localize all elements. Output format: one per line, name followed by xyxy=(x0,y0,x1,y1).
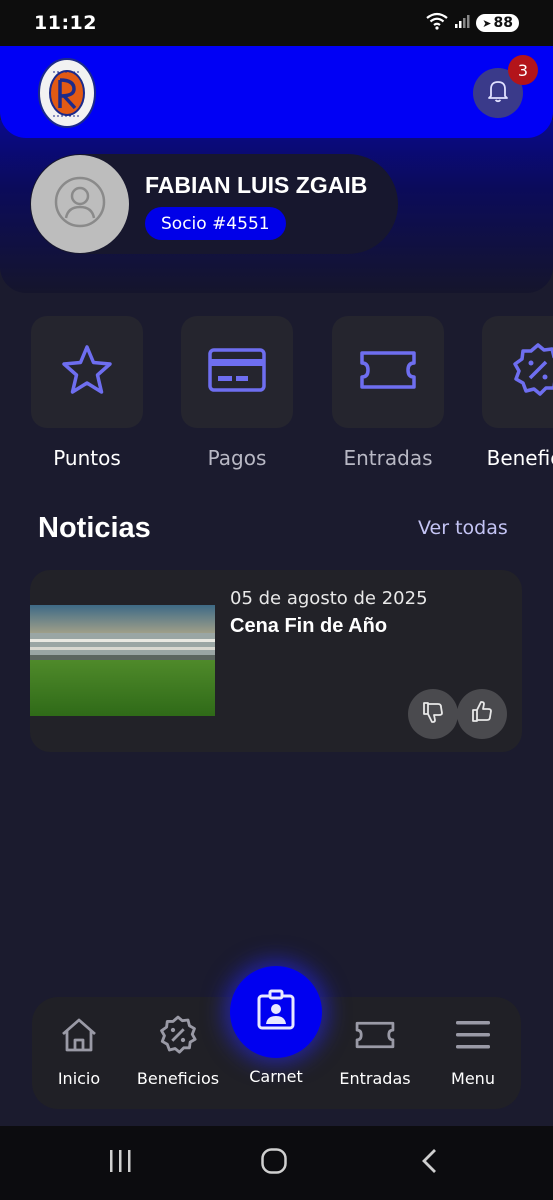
star-icon xyxy=(60,344,114,400)
quick-action-label: Puntos xyxy=(53,446,121,470)
ticket-icon xyxy=(330,1015,420,1055)
id-card-icon xyxy=(256,989,296,1035)
news-card[interactable]: 05 de agosto de 2025 Cena Fin de Año xyxy=(30,570,522,752)
home-circle-icon xyxy=(260,1147,288,1179)
quick-action-tile[interactable] xyxy=(31,316,143,428)
bell-icon xyxy=(487,79,509,107)
wifi-icon xyxy=(426,12,448,34)
ticket-icon xyxy=(359,350,417,394)
notification-count-badge: 3 xyxy=(508,55,538,85)
system-navigation-bar xyxy=(0,1126,553,1200)
quick-action-beneficios[interactable]: Beneficios xyxy=(482,316,553,470)
hamburger-icon xyxy=(428,1015,518,1055)
nav-label: Inicio xyxy=(57,1069,101,1088)
quick-action-tile[interactable] xyxy=(181,316,293,428)
news-date: 05 de agosto de 2025 xyxy=(230,588,428,609)
avatar[interactable] xyxy=(31,155,129,253)
dislike-button[interactable] xyxy=(408,689,458,739)
quick-action-puntos[interactable]: Puntos xyxy=(31,316,143,470)
quick-action-tile[interactable] xyxy=(482,316,553,428)
like-button[interactable] xyxy=(457,689,507,739)
back-button[interactable] xyxy=(410,1146,450,1180)
user-avatar-icon xyxy=(53,175,107,233)
member-number-badge: Socio #4551 xyxy=(145,207,286,240)
nav-label: Entradas xyxy=(339,1069,411,1088)
quick-action-tile[interactable] xyxy=(332,316,444,428)
quick-action-label: Beneficios xyxy=(486,446,553,470)
quick-action-label: Entradas xyxy=(343,446,433,470)
status-time: 11:12 xyxy=(34,12,97,34)
home-system-button[interactable] xyxy=(254,1146,294,1180)
recent-apps-icon xyxy=(107,1148,133,1178)
thumbs-down-icon xyxy=(421,700,445,728)
signal-icon xyxy=(454,13,470,33)
status-bar: 11:12 ➤ 88 xyxy=(0,0,553,46)
discount-badge-icon xyxy=(133,1015,223,1055)
nav-item-inicio[interactable]: Inicio xyxy=(34,1015,124,1088)
quick-action-label: Pagos xyxy=(207,446,267,470)
credit-card-icon xyxy=(208,348,266,396)
battery-indicator: ➤ 88 xyxy=(476,14,519,32)
nav-item-carnet[interactable] xyxy=(230,966,322,1058)
home-icon xyxy=(34,1015,124,1055)
nav-label-carnet: Carnet xyxy=(249,1067,303,1086)
club-crest-logo xyxy=(38,58,96,128)
thumbs-up-icon xyxy=(470,700,494,728)
news-headline: Cena Fin de Año xyxy=(230,615,388,637)
nav-item-menu[interactable]: Menu xyxy=(428,1015,518,1088)
quick-action-entradas[interactable]: Entradas xyxy=(332,316,444,470)
quick-actions-row: Puntos Pagos Entradas Beneficios xyxy=(0,316,553,476)
nav-label: Menu xyxy=(451,1069,495,1088)
battery-leaf-icon: ➤ xyxy=(482,16,492,30)
quick-action-pagos[interactable]: Pagos xyxy=(181,316,293,470)
nav-label: Beneficios xyxy=(136,1069,220,1088)
discount-badge-icon xyxy=(510,342,553,402)
user-name: FABIAN LUIS ZGAIB xyxy=(145,172,368,198)
status-icons: ➤ 88 xyxy=(426,12,519,34)
stadium-photo[interactable] xyxy=(30,605,215,716)
news-section-title: Noticias xyxy=(38,512,151,544)
chevron-left-icon xyxy=(420,1147,440,1179)
nav-item-beneficios[interactable]: Beneficios xyxy=(133,1015,223,1088)
battery-level: 88 xyxy=(493,15,513,31)
see-all-news-link[interactable]: Ver todas xyxy=(418,517,508,539)
recent-apps-button[interactable] xyxy=(100,1146,140,1180)
nav-item-entradas[interactable]: Entradas xyxy=(330,1015,420,1088)
